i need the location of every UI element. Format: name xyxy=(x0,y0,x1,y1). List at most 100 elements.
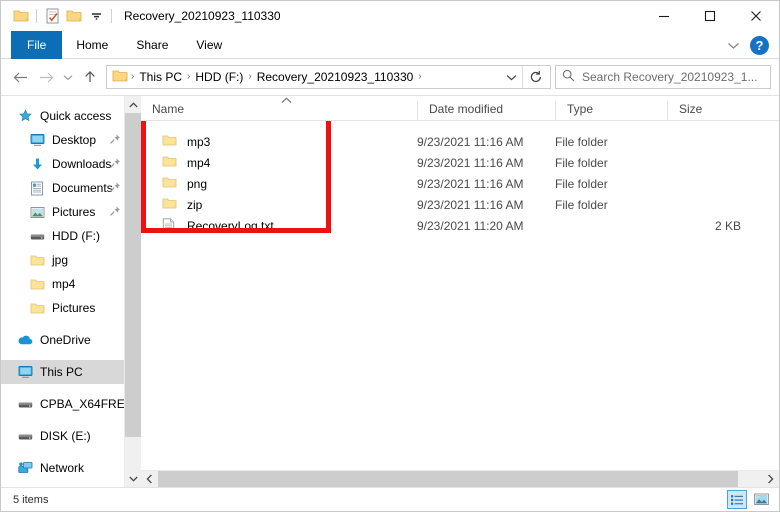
pin-icon[interactable] xyxy=(109,205,121,217)
sidebar-item-desktop[interactable]: Desktop xyxy=(1,128,141,152)
file-rows-container: mp3 9/23/2021 11:16 AM File folder mp4 9… xyxy=(141,121,779,470)
sidebar-label: OneDrive xyxy=(40,333,91,347)
file-name-cell[interactable]: zip xyxy=(141,197,417,213)
pin-icon[interactable] xyxy=(109,157,121,169)
breadcrumb-item-this-pc[interactable]: This PC xyxy=(135,67,186,87)
sidebar-item-documents[interactable]: Documents xyxy=(1,176,141,200)
sidebar-item-quick-access[interactable]: Quick access xyxy=(1,104,141,128)
date-modified-cell: 9/23/2021 11:20 AM xyxy=(417,218,524,233)
minimize-button[interactable] xyxy=(641,1,687,31)
new-folder-icon[interactable] xyxy=(63,5,85,27)
table-row[interactable]: mp3 9/23/2021 11:16 AM File folder xyxy=(141,131,779,152)
column-header-date-modified[interactable]: Date modified xyxy=(417,101,555,120)
sort-ascending-icon xyxy=(281,96,292,107)
refresh-icon[interactable] xyxy=(522,66,548,88)
folder-icon xyxy=(29,276,45,292)
details-view-button[interactable] xyxy=(727,490,747,509)
date-modified-cell: 9/23/2021 11:16 AM xyxy=(417,155,524,170)
maximize-button[interactable] xyxy=(687,1,733,31)
table-row[interactable]: zip 9/23/2021 11:16 AM File folder xyxy=(141,194,779,215)
scroll-left-icon[interactable] xyxy=(141,471,158,488)
breadcrumb-item-recovery-folder[interactable]: Recovery_20210923_110330 xyxy=(253,67,418,87)
file-name-cell[interactable]: png xyxy=(141,176,417,192)
navigation-pane-scrollbar[interactable] xyxy=(124,96,141,487)
file-name-cell[interactable]: RecoveryLog.txt xyxy=(141,217,417,234)
folder-icon[interactable] xyxy=(10,5,32,27)
type-cell: File folder xyxy=(555,176,608,191)
chevron-down-icon[interactable] xyxy=(500,66,522,88)
breadcrumb-separator-3[interactable]: › xyxy=(417,67,422,87)
horizontal-scrollbar[interactable] xyxy=(141,470,779,488)
search-icon xyxy=(562,69,575,85)
sidebar-label: Pictures xyxy=(52,205,96,219)
scrollbar-track[interactable] xyxy=(158,470,762,488)
file-explorer-window: Recovery_20210923_110330 File Home Share… xyxy=(0,0,780,512)
chevron-down-icon[interactable] xyxy=(722,34,744,56)
sidebar-item-onedrive[interactable]: OneDrive xyxy=(1,328,141,352)
breadcrumb[interactable]: › This PC › HDD (F:) › Recovery_20210923… xyxy=(106,65,551,89)
search-box[interactable]: Search Recovery_20210923_1... xyxy=(555,65,771,89)
table-row[interactable]: mp4 9/23/2021 11:16 AM File folder xyxy=(141,152,779,173)
scrollbar-thumb[interactable] xyxy=(158,470,738,488)
search-input[interactable]: Search Recovery_20210923_1... xyxy=(582,70,757,84)
scroll-right-icon[interactable] xyxy=(762,471,779,488)
properties-icon[interactable] xyxy=(41,5,63,27)
table-row[interactable]: RecoveryLog.txt 9/23/2021 11:20 AM 2 KB xyxy=(141,215,779,236)
pin-icon[interactable] xyxy=(109,133,121,145)
customize-qat-chevron-icon[interactable] xyxy=(85,5,107,27)
folder-icon xyxy=(29,252,45,268)
sidebar-item-pictures[interactable]: Pictures xyxy=(1,200,141,224)
downloads-icon xyxy=(29,156,45,172)
sidebar-label: DISK (E:) xyxy=(40,429,91,443)
sidebar-item-jpg[interactable]: jpg xyxy=(1,248,141,272)
sidebar-label: Network xyxy=(40,461,85,475)
tab-share[interactable]: Share xyxy=(122,31,182,59)
column-header-row: Name Date modified Type Size xyxy=(141,96,779,121)
sidebar-item-this-pc[interactable]: This PC xyxy=(1,360,141,384)
sidebar-item-network[interactable]: Network xyxy=(1,456,141,480)
sidebar-item-disk-e[interactable]: DISK (E:) xyxy=(1,424,141,448)
column-header-name[interactable]: Name xyxy=(141,101,417,120)
date-modified-cell: 9/23/2021 11:16 AM xyxy=(417,197,524,212)
close-button[interactable] xyxy=(733,1,779,31)
folder-icon xyxy=(162,176,178,192)
column-header-type[interactable]: Type xyxy=(555,101,667,120)
column-header-size[interactable]: Size xyxy=(667,101,759,120)
size-cell: 2 KB xyxy=(714,218,741,233)
scrollbar-thumb[interactable] xyxy=(125,113,141,437)
forward-button[interactable] xyxy=(33,64,59,90)
table-row[interactable]: png 9/23/2021 11:16 AM File folder xyxy=(141,173,779,194)
up-button[interactable] xyxy=(77,64,103,90)
file-name-label: png xyxy=(187,176,208,191)
tab-home[interactable]: Home xyxy=(62,31,122,59)
sidebar-item-hdd-f[interactable]: HDD (F:) xyxy=(1,224,141,248)
sidebar-item-downloads[interactable]: Downloads xyxy=(1,152,141,176)
breadcrumb-item-hdd-f[interactable]: HDD (F:) xyxy=(191,67,247,87)
back-button[interactable] xyxy=(7,64,33,90)
tab-view[interactable]: View xyxy=(182,31,236,59)
onedrive-icon xyxy=(17,332,33,348)
sidebar-item-pictures-folder[interactable]: Pictures xyxy=(1,296,141,320)
file-name-cell[interactable]: mp4 xyxy=(141,155,417,171)
file-name-label: zip xyxy=(187,197,203,212)
this-pc-icon xyxy=(17,364,33,380)
sidebar-label: Pictures xyxy=(52,301,96,315)
help-button[interactable]: ? xyxy=(750,35,769,55)
type-cell: File folder xyxy=(555,197,608,212)
large-icons-view-button[interactable] xyxy=(751,490,771,509)
sidebar-label: mp4 xyxy=(52,277,76,291)
file-name-cell[interactable]: mp3 xyxy=(141,134,417,150)
sidebar-label: This PC xyxy=(40,365,83,379)
tab-file[interactable]: File xyxy=(11,31,63,59)
scroll-down-icon[interactable] xyxy=(125,470,141,487)
pin-icon[interactable] xyxy=(109,181,121,193)
scroll-up-icon[interactable] xyxy=(125,96,141,113)
sidebar-label: HDD (F:) xyxy=(52,229,100,243)
recent-locations-button[interactable] xyxy=(59,64,77,90)
explorer-body: Quick access Desktop Downloads Documents… xyxy=(1,95,779,488)
sidebar-label: Documents xyxy=(52,181,113,195)
folder-icon xyxy=(162,197,178,213)
sidebar-item-mp4[interactable]: mp4 xyxy=(1,272,141,296)
item-count-label: 5 items xyxy=(13,493,49,506)
sidebar-item-cpba-x64fre-g[interactable]: CPBA_X64FRE (G:) xyxy=(1,392,141,416)
